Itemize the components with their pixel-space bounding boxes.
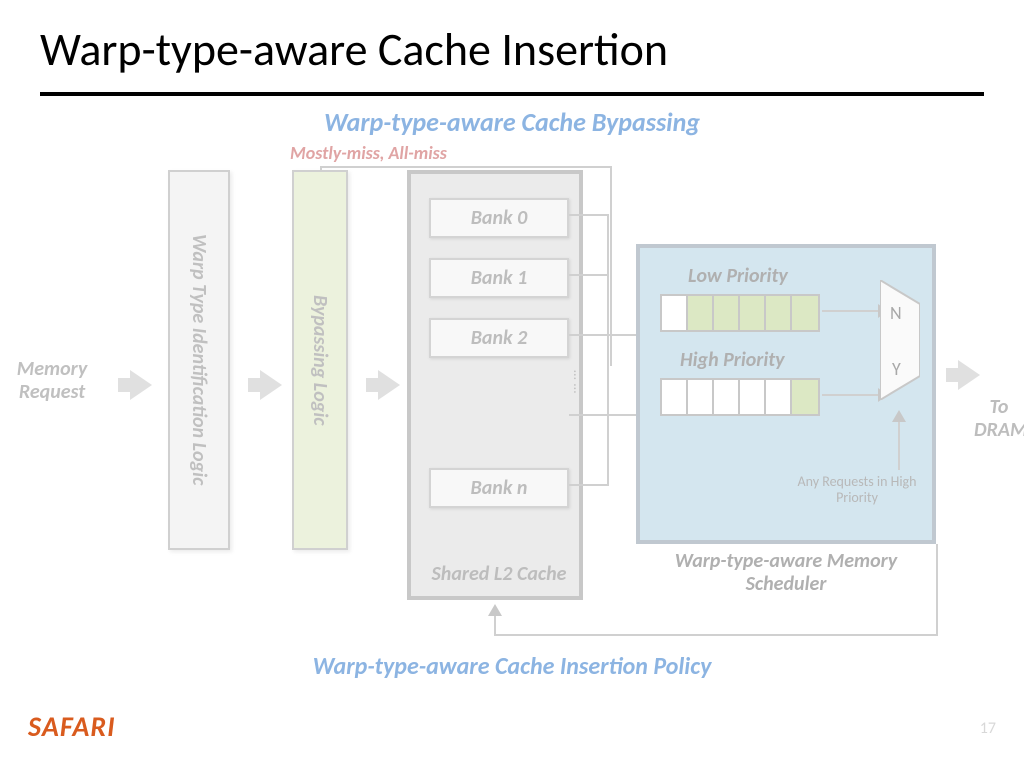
- shared-l2-cache: Bank 0 Bank 1 Bank 2 …… Bank n Shared L2…: [407, 170, 583, 600]
- block-label: Warp Type Identification Logic: [187, 234, 211, 485]
- arrow-icon: [130, 370, 152, 400]
- low-priority-label: Low Priority: [688, 264, 788, 288]
- memory-request-label: Memory Request: [6, 358, 98, 404]
- connector-line: [822, 310, 880, 312]
- mux-n: N: [890, 302, 902, 324]
- connector-line: [569, 274, 609, 276]
- queue-cell: [740, 380, 766, 414]
- any-requests-label: Any Requests in High Priority: [782, 474, 932, 506]
- connector-line: [320, 166, 612, 168]
- connector-line: [494, 634, 936, 636]
- connector-line: [320, 168, 322, 170]
- queue-cell: [714, 380, 740, 414]
- queue-cell: [662, 296, 688, 330]
- connector-line: [494, 614, 496, 636]
- queue-cell: [688, 296, 714, 330]
- bank-0: Bank 0: [429, 198, 569, 238]
- mux: N Y: [880, 280, 920, 400]
- connector-line: [569, 334, 637, 336]
- l2-label: Shared L2 Cache: [411, 563, 587, 586]
- mux-y: Y: [892, 358, 901, 380]
- connector-line: [607, 214, 609, 486]
- queue-cell: [714, 296, 740, 330]
- queue-cell: [688, 380, 714, 414]
- queue-cell: [740, 296, 766, 330]
- queue-cell: [766, 296, 792, 330]
- connector-line: [822, 394, 880, 396]
- high-priority-label: High Priority: [680, 348, 785, 372]
- bank-1: Bank 1: [429, 258, 569, 298]
- bank-n: Bank n: [429, 468, 569, 508]
- queue-cell: [792, 296, 818, 330]
- scheduler-label: Warp-type-aware Memory Scheduler: [636, 550, 936, 596]
- safari-logo: SAFARI: [28, 709, 116, 744]
- policy-label: Warp-type-aware Cache Insertion Policy: [0, 652, 1024, 681]
- connector-line: [569, 484, 609, 486]
- low-priority-queue: [660, 294, 820, 332]
- block-label: Bypassing Logic: [308, 295, 332, 426]
- warp-type-id-block: Warp Type Identification Logic: [168, 170, 230, 550]
- arrow-icon: [958, 360, 980, 390]
- arrow-icon: [260, 370, 282, 400]
- title-rule: [40, 92, 984, 96]
- queue-cell: [662, 380, 688, 414]
- connector-line: [569, 414, 637, 416]
- to-dram-label: To DRAM: [974, 396, 1024, 442]
- arrow-icon: [378, 370, 400, 400]
- subtitle: Warp-type-aware Cache Bypassing: [0, 106, 1024, 138]
- arrow-up-icon: [488, 604, 502, 616]
- bank-ellipsis: ……: [411, 370, 587, 397]
- page-number: 17: [980, 719, 996, 738]
- connector-line: [569, 214, 609, 216]
- queue-cell: [792, 380, 818, 414]
- connector-line: [610, 166, 612, 366]
- high-priority-queue: [660, 378, 820, 416]
- arrow-up-icon: [892, 410, 906, 422]
- bypass-logic-block: Bypassing Logic: [292, 170, 348, 550]
- mostly-miss-label: Mostly-miss, All-miss: [290, 142, 447, 164]
- connector-line: [936, 544, 938, 636]
- bank-2: Bank 2: [429, 318, 569, 358]
- queue-cell: [766, 380, 792, 414]
- slide-title: Warp-type-aware Cache Insertion: [40, 22, 668, 78]
- connector-line: [898, 420, 900, 470]
